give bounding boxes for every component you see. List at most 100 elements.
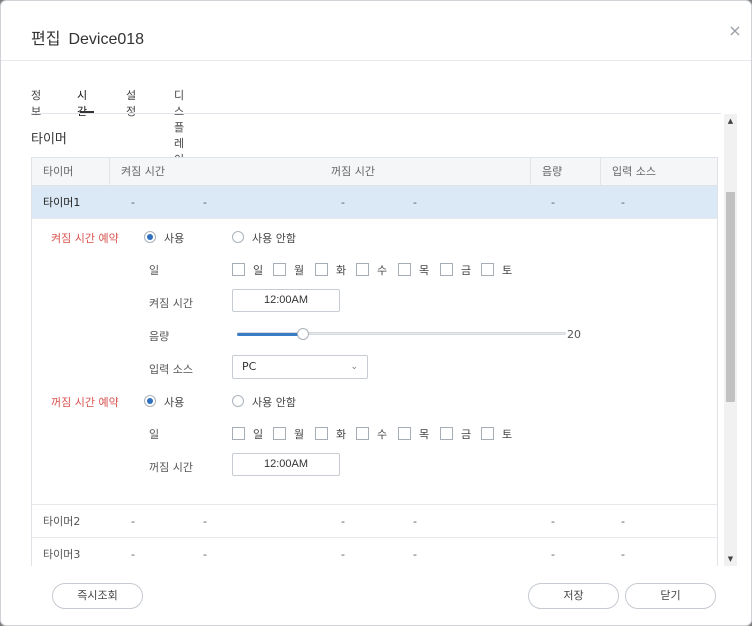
table-header: 타이머 켜짐 시간 꺼짐 시간 음량 입력 소스 [32, 158, 717, 186]
timer-scroll-area: 타이머 타이머 켜짐 시간 꺼짐 시간 음량 입력 소스 타이머1 - - - … [1, 114, 724, 566]
header-timer: 타이머 [43, 165, 74, 178]
table-row[interactable]: 타이머2 - - - - - - [32, 505, 717, 538]
on-time-cell: - [203, 196, 207, 209]
source-cell: - [621, 196, 625, 209]
on-day-checkbox-sat[interactable] [481, 263, 494, 276]
off-time-cell: - [413, 548, 417, 561]
off-day-label: 일 [149, 428, 160, 441]
volume-cell: - [551, 196, 555, 209]
off-day-cell: - [341, 548, 345, 561]
close-button[interactable]: 닫기 [625, 583, 716, 609]
tab-time[interactable]: 시간 [77, 87, 87, 118]
volume-slider-fill [237, 333, 303, 336]
dialog-title: 편집 Device018 [31, 25, 144, 49]
off-day-label-sat: 토 [502, 428, 513, 441]
header-volume: 음량 [530, 158, 562, 186]
on-day-cell: - [131, 548, 135, 561]
on-not-use-label: 사용 안함 [252, 232, 296, 245]
tab-info[interactable]: 정보 [31, 87, 41, 118]
save-button[interactable]: 저장 [528, 583, 619, 609]
volume-slider-thumb[interactable] [297, 328, 309, 340]
dialog-header: 편집 Device018 × [1, 1, 751, 61]
on-day-label-wed: 수 [377, 264, 388, 277]
off-time-cell: - [413, 196, 417, 209]
volume-value: 20 [567, 328, 581, 341]
off-day-label-tue: 화 [336, 428, 347, 441]
source-label: 입력 소스 [149, 363, 193, 376]
source-cell: - [621, 548, 625, 561]
on-day-label-tue: 화 [336, 264, 347, 277]
volume-cell: - [551, 515, 555, 528]
table-row[interactable]: 타이머1 - - - - - - [32, 186, 717, 219]
on-day-checkbox-mon[interactable] [273, 263, 286, 276]
on-day-checkbox-tue[interactable] [315, 263, 328, 276]
on-time-label: 켜짐 시간 [149, 297, 193, 310]
off-day-checkbox-fri[interactable] [440, 427, 453, 440]
off-day-checkbox-thu[interactable] [398, 427, 411, 440]
off-day-label-mon: 월 [294, 428, 305, 441]
on-day-cell: - [131, 515, 135, 528]
on-day-label-sat: 토 [502, 264, 513, 277]
table-row[interactable]: 타이머3 - - - - - - [32, 538, 717, 566]
timer-name: 타이머3 [43, 548, 81, 561]
off-day-label-sun: 일 [253, 428, 264, 441]
off-day-checkbox-tue[interactable] [315, 427, 328, 440]
input-source-select[interactable]: PC ⌄ [232, 355, 368, 379]
on-time-cell: - [203, 515, 207, 528]
volume-cell: - [551, 548, 555, 561]
off-use-radio[interactable] [144, 395, 156, 407]
off-time-label: 꺼짐 시간 [149, 461, 193, 474]
off-day-cell: - [341, 196, 345, 209]
off-day-label-thu: 목 [419, 428, 430, 441]
device-name: Device018 [68, 31, 145, 48]
close-icon[interactable]: × [727, 23, 743, 39]
timer-detail-panel: 켜짐 시간 예약 사용 사용 안함 일 일 월 화 수 목 금 토 켜짐 시간 … [32, 219, 717, 505]
on-day-checkbox-sun[interactable] [232, 263, 245, 276]
timer-name: 타이머2 [43, 515, 81, 528]
off-schedule-label: 꺼짐 시간 예약 [51, 396, 119, 409]
on-not-use-radio[interactable] [232, 231, 244, 243]
dialog-title-prefix: 편집 [31, 29, 61, 48]
off-day-checkbox-mon[interactable] [273, 427, 286, 440]
section-title: 타이머 [31, 132, 67, 147]
on-day-label-fri: 금 [461, 264, 472, 277]
on-schedule-label: 켜짐 시간 예약 [51, 232, 119, 245]
edit-dialog: 편집 Device018 × 정보 시간 설정 디스플레이 타이머 타이머 켜짐 … [0, 0, 752, 626]
off-use-label: 사용 [164, 396, 185, 409]
volume-label: 음량 [149, 330, 170, 343]
on-day-checkbox-fri[interactable] [440, 263, 453, 276]
tab-display[interactable]: 디스플레이 [174, 87, 184, 166]
on-day-checkbox-wed[interactable] [356, 263, 369, 276]
scrollbar-thumb[interactable] [726, 192, 735, 402]
on-day-label-mon: 월 [294, 264, 305, 277]
scroll-down-arrow-icon[interactable]: ▼ [724, 552, 737, 566]
header-on-time: 켜짐 시간 [109, 158, 165, 186]
off-day-label-fri: 금 [461, 428, 472, 441]
off-not-use-radio[interactable] [232, 395, 244, 407]
off-day-checkbox-sat[interactable] [481, 427, 494, 440]
off-time-input[interactable]: 12:00AM [232, 453, 340, 476]
input-source-value: PC [242, 360, 257, 373]
timer-table: 타이머 켜짐 시간 꺼짐 시간 음량 입력 소스 타이머1 - - - - - … [31, 157, 718, 566]
on-time-input[interactable]: 12:00AM [232, 289, 340, 312]
vertical-scrollbar[interactable]: ▲ ▼ [724, 114, 737, 566]
timer-name: 타이머1 [43, 196, 81, 209]
chevron-down-icon: ⌄ [350, 362, 358, 372]
off-day-label-wed: 수 [377, 428, 388, 441]
tab-settings[interactable]: 설정 [126, 87, 136, 118]
on-time-cell: - [203, 548, 207, 561]
refresh-button[interactable]: 즉시조회 [52, 583, 143, 609]
header-input-source: 입력 소스 [600, 158, 656, 186]
off-day-checkbox-sun[interactable] [232, 427, 245, 440]
on-day-cell: - [131, 196, 135, 209]
on-use-radio[interactable] [144, 231, 156, 243]
off-time-cell: - [413, 515, 417, 528]
scroll-up-arrow-icon[interactable]: ▲ [724, 114, 737, 128]
on-day-label: 일 [149, 264, 160, 277]
off-day-checkbox-wed[interactable] [356, 427, 369, 440]
on-day-checkbox-thu[interactable] [398, 263, 411, 276]
on-day-label-thu: 목 [419, 264, 430, 277]
source-cell: - [621, 515, 625, 528]
off-not-use-label: 사용 안함 [252, 396, 296, 409]
off-day-cell: - [341, 515, 345, 528]
